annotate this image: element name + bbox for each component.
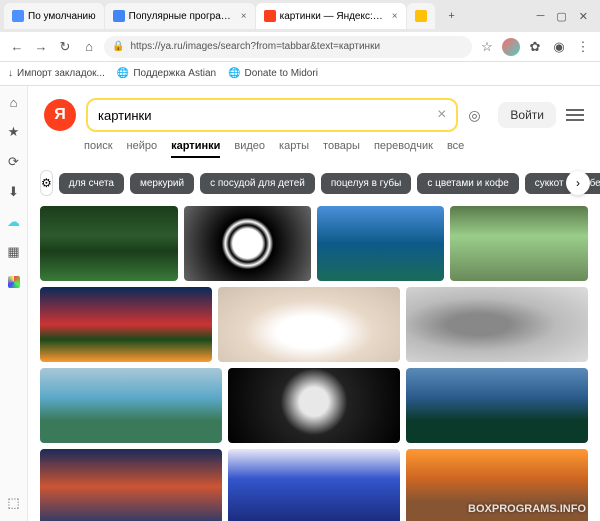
- image-thumb[interactable]: [406, 368, 588, 443]
- history-icon[interactable]: ⟳: [6, 154, 22, 170]
- chip[interactable]: поцелуя в губы: [321, 173, 412, 194]
- bookmark-midori[interactable]: 🌐 Donate to Midori: [228, 68, 318, 79]
- profile-icon[interactable]: [502, 38, 520, 56]
- globe-icon: 🌐: [117, 68, 129, 79]
- tab-3[interactable]: [407, 3, 435, 29]
- search-box[interactable]: ×: [86, 98, 458, 132]
- bookmark-astian[interactable]: 🌐 Поддержка Astian: [117, 68, 216, 79]
- image-thumb[interactable]: [40, 449, 222, 521]
- watermark: BOXPROGRAMS.INFO: [468, 503, 586, 515]
- download-icon[interactable]: ⬇: [6, 184, 22, 200]
- image-thumb[interactable]: [228, 449, 400, 521]
- favicon: [264, 10, 276, 22]
- bookmark-button[interactable]: ☆: [478, 38, 496, 56]
- tab-goods[interactable]: товары: [323, 140, 360, 158]
- color-icon[interactable]: [6, 274, 22, 290]
- close-icon[interactable]: ×: [392, 11, 398, 22]
- tab-title: По умолчанию: [28, 11, 96, 22]
- menu-icon[interactable]: [566, 109, 584, 121]
- tab-images[interactable]: картинки: [171, 140, 220, 158]
- titlebar: По умолчанию Популярные программы дл × к…: [0, 0, 600, 32]
- menu-button[interactable]: ⋮: [574, 38, 592, 56]
- navbar: ← → ↻ ⌂ 🔒 https://ya.ru/images/search?fr…: [0, 32, 600, 62]
- tab-maps[interactable]: карты: [279, 140, 309, 158]
- image-search-icon[interactable]: ◎: [468, 107, 488, 124]
- tab-1[interactable]: Популярные программы дл ×: [105, 3, 255, 29]
- sidebar: ⌂ ★ ⟳ ⬇ ☁ ▦ ⬚: [0, 86, 28, 521]
- image-thumb[interactable]: [317, 206, 444, 281]
- clear-icon[interactable]: ×: [437, 106, 446, 124]
- maximize-button[interactable]: ▢: [556, 10, 566, 23]
- import-icon: ↓: [8, 68, 13, 79]
- tab-video[interactable]: видео: [234, 140, 265, 158]
- url-text: https://ya.ru/images/search?from=tabbar&…: [130, 41, 380, 52]
- back-button[interactable]: ←: [8, 38, 26, 56]
- filter-button[interactable]: ⚙: [40, 170, 53, 196]
- page-content: Я × ◎ Войти поиск нейро картинки видео к…: [28, 86, 600, 521]
- chevron-right-icon[interactable]: ›: [566, 171, 590, 195]
- chip[interactable]: для счета: [59, 173, 124, 194]
- favicon: [113, 10, 125, 22]
- tab-neuro[interactable]: нейро: [127, 140, 158, 158]
- close-button[interactable]: ✕: [579, 10, 588, 23]
- tab-title: Популярные программы дл: [129, 11, 233, 22]
- image-thumb[interactable]: [40, 368, 222, 443]
- apps-icon[interactable]: ▦: [6, 244, 22, 260]
- new-tab-button[interactable]: +: [440, 4, 464, 28]
- tab-title: картинки — Яндекс: нашлось: [280, 11, 384, 22]
- extension-icon[interactable]: ⬚: [6, 495, 22, 511]
- url-bar[interactable]: 🔒 https://ya.ru/images/search?from=tabba…: [104, 36, 472, 58]
- tab-search[interactable]: поиск: [84, 140, 113, 158]
- login-button[interactable]: Войти: [498, 102, 556, 128]
- image-thumb[interactable]: [40, 287, 212, 362]
- image-thumb[interactable]: [228, 368, 400, 443]
- search-input[interactable]: [98, 108, 437, 123]
- chip[interactable]: с посудой для детей: [200, 173, 315, 194]
- window-controls: ─ ▢ ✕: [529, 10, 596, 23]
- minimize-button[interactable]: ─: [537, 10, 545, 23]
- image-thumb[interactable]: [40, 206, 178, 281]
- image-grid: [28, 206, 600, 521]
- bookmarks-bar: ↓ Импорт закладок... 🌐 Поддержка Astian …: [0, 62, 600, 86]
- star-icon[interactable]: ★: [6, 124, 22, 140]
- image-thumb[interactable]: [184, 206, 311, 281]
- favicon: [415, 10, 427, 22]
- import-bookmarks[interactable]: ↓ Импорт закладок...: [8, 68, 105, 79]
- lock-icon: 🔒: [112, 41, 124, 52]
- favicon: [12, 10, 24, 22]
- cloud-icon[interactable]: ☁: [6, 214, 22, 230]
- home-icon[interactable]: ⌂: [6, 94, 22, 110]
- yandex-logo[interactable]: Я: [44, 99, 76, 131]
- forward-button[interactable]: →: [32, 38, 50, 56]
- globe-icon: 🌐: [228, 68, 240, 79]
- tab-translate[interactable]: переводчик: [374, 140, 433, 158]
- tab-0[interactable]: По умолчанию: [4, 3, 104, 29]
- extensions-button[interactable]: ✿: [526, 38, 544, 56]
- reload-button[interactable]: ↻: [56, 38, 74, 56]
- image-thumb[interactable]: [406, 287, 588, 362]
- home-button[interactable]: ⌂: [80, 38, 98, 56]
- account-icon[interactable]: ◉: [550, 38, 568, 56]
- image-thumb[interactable]: [218, 287, 400, 362]
- tab-all[interactable]: все: [447, 140, 464, 158]
- search-tabs: поиск нейро картинки видео карты товары …: [28, 140, 600, 166]
- filter-chips: ⚙ для счета меркурий с посудой для детей…: [28, 166, 600, 206]
- chip[interactable]: с цветами и кофе: [417, 173, 518, 194]
- chip[interactable]: меркурий: [130, 173, 194, 194]
- tab-2[interactable]: картинки — Яндекс: нашлось ×: [256, 3, 406, 29]
- image-thumb[interactable]: [450, 206, 588, 281]
- close-icon[interactable]: ×: [241, 11, 247, 22]
